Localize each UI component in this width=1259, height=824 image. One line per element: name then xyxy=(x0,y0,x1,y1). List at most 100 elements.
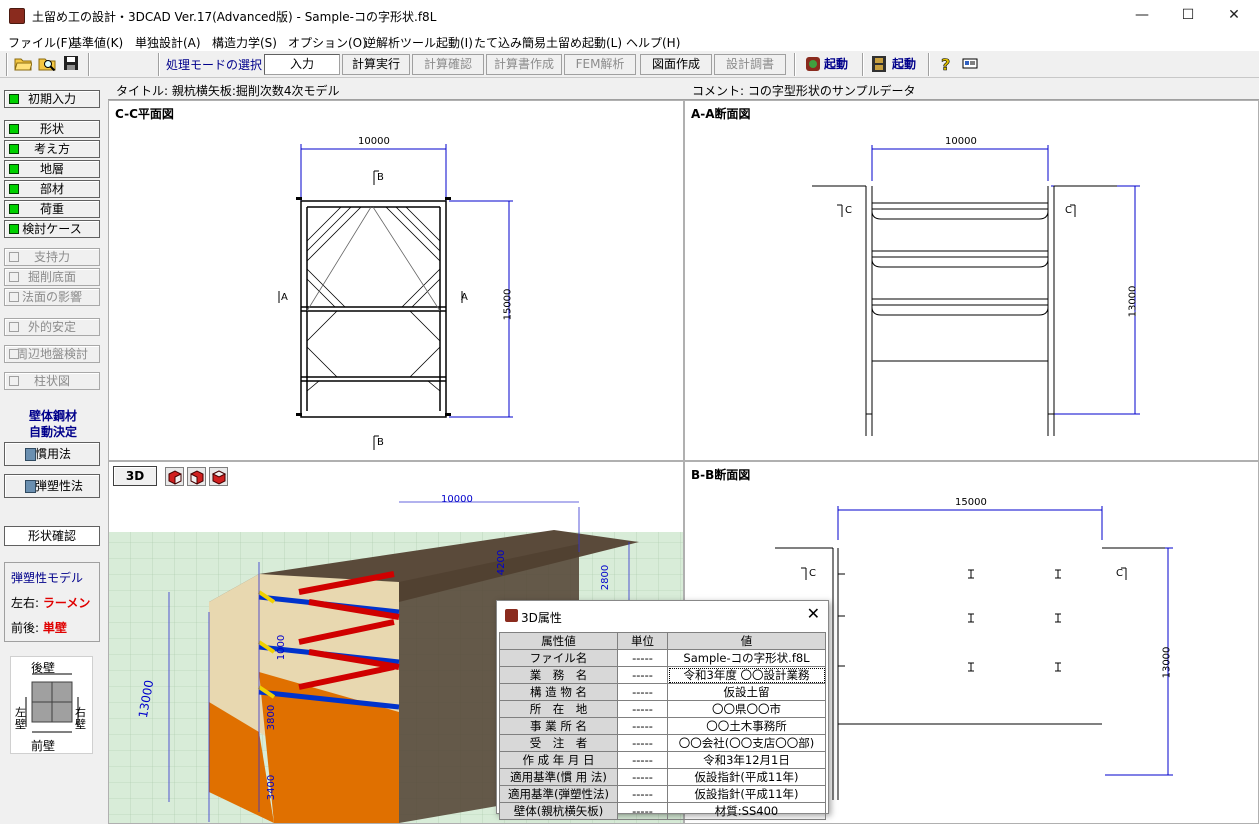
help-icon[interactable]: ? xyxy=(936,55,956,75)
dialog-close-button[interactable]: ✕ xyxy=(807,604,820,623)
table-row[interactable]: 構 造 物 名 ----- 仮設土留 xyxy=(499,683,826,701)
save-icon[interactable] xyxy=(61,55,81,74)
cube-view-top-icon[interactable] xyxy=(209,467,228,486)
attr-value[interactable]: Sample-コの字形状.f8L xyxy=(667,649,826,667)
aa-width-dim: 10000 xyxy=(945,136,977,147)
attr-value[interactable]: 〇〇土木事務所 xyxy=(667,717,826,735)
section-b-label: B xyxy=(377,437,384,448)
auto-decision-label: 壁体鋼材 自動決定 xyxy=(0,408,106,440)
aa-section-pane[interactable]: A-A断面図 10000 13000 C C xyxy=(684,100,1259,461)
attr-value[interactable]: 仮設土留 xyxy=(667,683,826,701)
sidebar-item-strata[interactable]: 地層 xyxy=(4,160,100,178)
menu-file[interactable]: ファイル(F) xyxy=(8,34,72,51)
sidebar-item-cases[interactable]: 検討ケース xyxy=(4,220,100,238)
sidebar-item-initial-input[interactable]: 初期入力 xyxy=(4,90,100,108)
menu-options[interactable]: オプション(O) xyxy=(288,34,367,51)
sidebar-item-external-stability[interactable]: 外的安定 xyxy=(4,318,100,336)
table-row[interactable]: 作 成 年 月 日 ----- 令和3年12月1日 xyxy=(499,751,826,769)
menu-bar: ファイル(F) 基準値(K) 単独設計(A) 構造力学(S) オプション(O) … xyxy=(0,31,1259,51)
sidebar-item-label: 柱状図 xyxy=(33,374,70,388)
sidebar-item-members[interactable]: 部材 xyxy=(4,180,100,198)
table-row[interactable]: 適用基準(弾塑性法) ----- 仮設指針(平成11年) xyxy=(499,785,826,803)
sidebar-item-slope-effect[interactable]: 法面の影響 xyxy=(4,288,100,306)
sidebar-item-boring-log[interactable]: 柱状図 xyxy=(4,372,100,390)
bb-width-dim: 15000 xyxy=(955,497,987,508)
cube-view-front-icon[interactable] xyxy=(165,467,184,486)
lr-label: 左右: xyxy=(11,596,40,610)
table-row[interactable]: 適用基準(慣 用 法) ----- 仮設指針(平成11年) xyxy=(499,768,826,786)
cube-view-side-icon[interactable] xyxy=(187,467,206,486)
attr-unit: ----- xyxy=(617,734,668,752)
maximize-button[interactable]: ☐ xyxy=(1165,0,1211,31)
attr-value[interactable]: 令和3年度 〇〇設計業務 xyxy=(667,666,826,684)
section-c-label: C xyxy=(1116,568,1123,579)
launch-button-2[interactable]: 起動 xyxy=(892,54,916,75)
attr-value[interactable]: 〇〇会社(〇〇支店〇〇部) xyxy=(667,734,826,752)
sidebar-item-bearing[interactable]: 支持力 xyxy=(4,248,100,266)
mode-report-button[interactable]: 計算書作成 xyxy=(486,54,562,75)
mode-fem-button[interactable]: FEM解析 xyxy=(564,54,636,75)
menu-inverse-tool[interactable]: 逆解析ツール起動(I) xyxy=(364,34,473,51)
dim-label: 1000 xyxy=(276,634,288,661)
open-folder-icon[interactable] xyxy=(13,55,33,74)
table-row[interactable]: ファイル名 ----- Sample-コの字形状.f8L xyxy=(499,649,826,667)
attr-key: 事 業 所 名 xyxy=(499,717,618,735)
attr-value[interactable]: 仮設指針(平成11年) xyxy=(667,785,826,803)
sidebar-item-excavation-bottom[interactable]: 掘削底面 xyxy=(4,268,100,286)
table-row[interactable]: 壁体(親杭横矢板) ----- 材質:SS400 xyxy=(499,802,826,820)
wall-back-label: 後壁 xyxy=(31,661,56,675)
launch-button-1[interactable]: 起動 xyxy=(824,54,848,75)
minimize-button[interactable]: — xyxy=(1119,0,1165,31)
attr-key: 業 務 名 xyxy=(499,666,618,684)
cc-plan-pane[interactable]: C-C平面図 10000 15000 B B A A xyxy=(108,100,684,461)
lr-row: 左右: ラーメン xyxy=(11,594,90,611)
attr-key: 壁体(親杭横矢板) xyxy=(499,802,618,820)
status-led-icon xyxy=(9,164,19,174)
close-button[interactable]: ✕ xyxy=(1211,0,1257,31)
toolbar-separator xyxy=(6,53,8,76)
attr-value[interactable]: 材質:SS400 xyxy=(667,802,826,820)
sidebar-item-surrounding-ground[interactable]: 周辺地盤検討 xyxy=(4,345,100,363)
table-row[interactable]: 事 業 所 名 ----- 〇〇土木事務所 xyxy=(499,717,826,735)
status-led-icon xyxy=(9,184,19,194)
mode-input-button[interactable]: 入力 xyxy=(264,54,340,75)
conventional-method-button[interactable]: 慣用法 xyxy=(4,442,100,466)
film-icon[interactable] xyxy=(869,55,889,74)
attr-key: ファイル名 xyxy=(499,649,618,667)
elastoplastic-method-button[interactable]: 弾塑性法 xyxy=(4,474,100,498)
menu-standard[interactable]: 基準値(K) xyxy=(70,34,123,51)
attr-value[interactable]: 仮設指針(平成11年) xyxy=(667,768,826,786)
sidebar-item-label: 法面の影響 xyxy=(21,290,82,304)
table-row[interactable]: 業 務 名 ----- 令和3年度 〇〇設計業務 xyxy=(499,666,826,684)
menu-single-design[interactable]: 単独設計(A) xyxy=(135,34,201,51)
model-title: 弾塑性モデル xyxy=(11,571,84,585)
mode-drawing-button[interactable]: 図面作成 xyxy=(640,54,712,75)
mode-check-button[interactable]: 計算確認 xyxy=(412,54,484,75)
menu-structural[interactable]: 構造力学(S) xyxy=(212,34,277,51)
mode-calculate-button[interactable]: 計算実行 xyxy=(342,54,410,75)
search-file-icon[interactable] xyxy=(37,55,57,74)
attr-value[interactable]: 〇〇県〇〇市 xyxy=(667,700,826,718)
launch-app-icon[interactable] xyxy=(803,55,823,74)
sidebar-item-concept[interactable]: 考え方 xyxy=(4,140,100,158)
view-3d-button[interactable]: 3D xyxy=(113,466,157,486)
attr-unit: ----- xyxy=(617,785,668,803)
sidebar-item-shape[interactable]: 形状 xyxy=(4,120,100,138)
mode-survey-button[interactable]: 設計調書 xyxy=(714,54,786,75)
toolbar-separator xyxy=(794,53,796,76)
toolbar-separator xyxy=(862,53,864,76)
app-icon[interactable] xyxy=(9,8,25,24)
menu-help[interactable]: ヘルプ(H) xyxy=(626,34,680,51)
status-led-icon xyxy=(9,144,19,154)
shape-check-button[interactable]: 形状確認 xyxy=(4,526,100,546)
sidebar-item-loads[interactable]: 荷重 xyxy=(4,200,100,218)
dim-label: 4200 xyxy=(496,549,508,576)
menu-simple-shoring[interactable]: たて込み簡易土留め起動(L) xyxy=(474,34,622,51)
toolbar: 処理モードの選択 入力 計算実行 計算確認 計算書作成 FEM解析 図面作成 設… xyxy=(0,51,1259,78)
card-icon[interactable] xyxy=(960,55,980,74)
attribute-dialog[interactable]: 3D属性 ✕ 属性値 単位 値 ファイル名 ----- Sample-コの字形状.f… xyxy=(496,600,829,820)
attr-value[interactable]: 令和3年12月1日 xyxy=(667,751,826,769)
column-header: 値 xyxy=(667,632,826,650)
table-row[interactable]: 所 在 地 ----- 〇〇県〇〇市 xyxy=(499,700,826,718)
table-row[interactable]: 受 注 者 ----- 〇〇会社(〇〇支店〇〇部) xyxy=(499,734,826,752)
